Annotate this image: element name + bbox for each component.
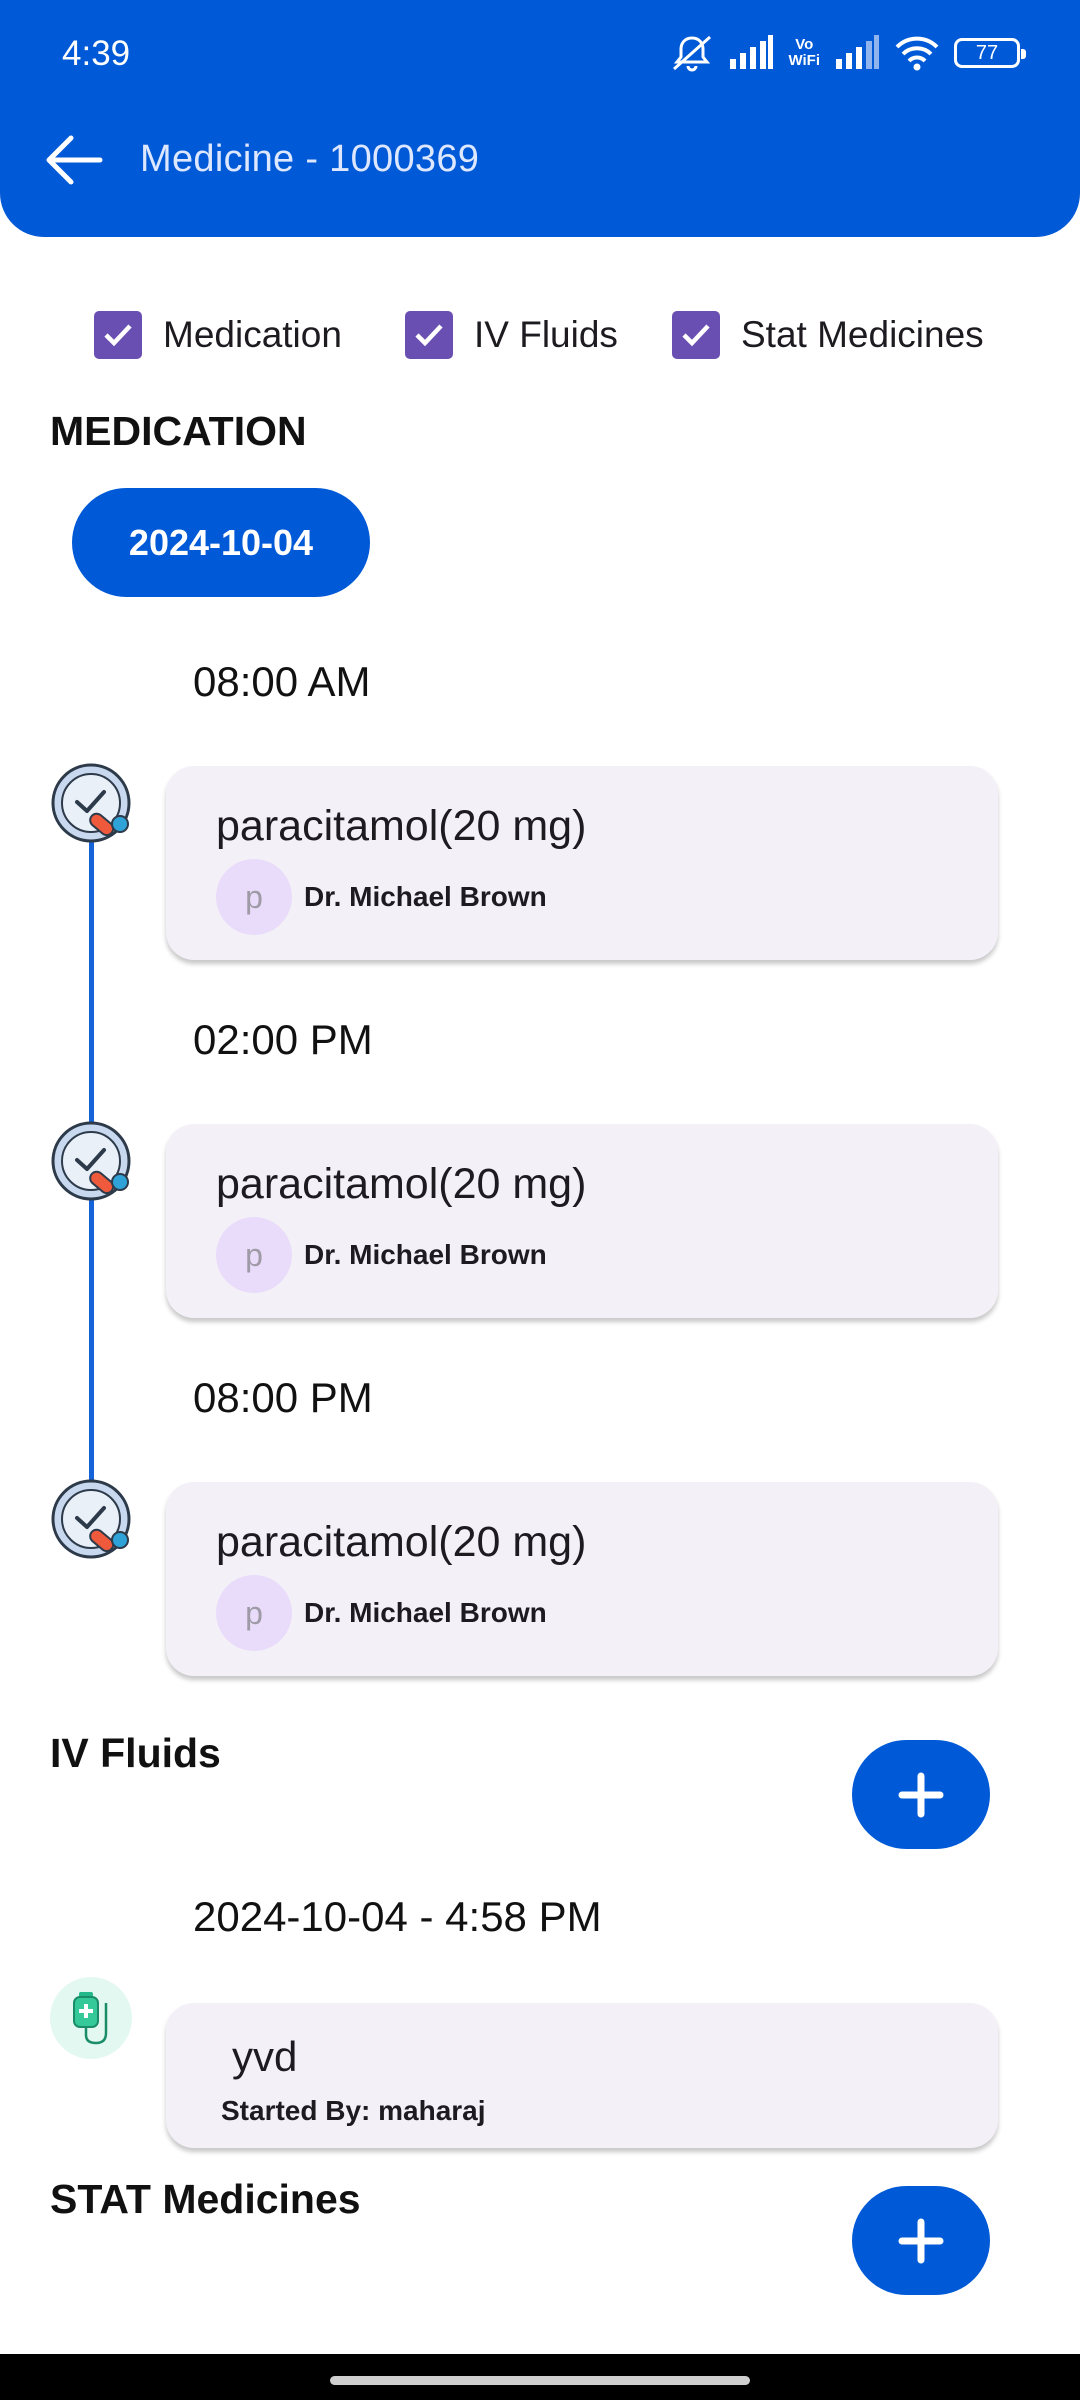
- medication-section-title: MEDICATION: [50, 408, 307, 454]
- check-icon: [682, 324, 710, 347]
- status-icons: Vo WiFi 77: [670, 32, 1026, 74]
- iv-drip-icon: [73, 1992, 108, 2045]
- vowifi-icon: Vo WiFi: [788, 36, 820, 69]
- medicine-name: paracitamol(20 mg): [216, 1518, 587, 1566]
- avatar: p: [216, 1575, 292, 1651]
- medicine-clock-icon: [51, 763, 131, 843]
- iv-fluid-card[interactable]: yvd Started By: maharaj: [166, 2003, 998, 2148]
- add-iv-fluid-button[interactable]: [852, 1740, 990, 1849]
- home-gesture-handle[interactable]: [330, 2376, 750, 2385]
- medicine-clock-icon: [51, 1121, 131, 1201]
- check-icon: [415, 324, 443, 347]
- date-chip[interactable]: 2024-10-04: [72, 488, 370, 597]
- medicine-name: paracitamol(20 mg): [216, 802, 587, 850]
- medication-time-2: 02:00 PM: [193, 1016, 373, 1063]
- avatar: p: [216, 859, 292, 935]
- checkbox-medication[interactable]: [94, 311, 142, 359]
- page-title: Medicine - 1000369: [140, 138, 480, 180]
- app-bar: 4:39 Vo WiFi 77 Medicine - 1000369: [0, 0, 1080, 237]
- signal-icon-1: [730, 35, 774, 69]
- doctor-name: Dr. Michael Brown: [304, 1597, 547, 1628]
- medicine-name: paracitamol(20 mg): [216, 1160, 587, 1208]
- doctor-name: Dr. Michael Brown: [304, 1239, 547, 1270]
- plus-icon: [898, 2218, 944, 2263]
- medicine-clock-icon: [51, 1479, 131, 1559]
- mute-icon: [673, 35, 712, 72]
- checkbox-iv-fluids[interactable]: [405, 311, 453, 359]
- filter-iv-fluids[interactable]: IV Fluids: [405, 308, 618, 362]
- checkbox-stat-medicines[interactable]: [672, 311, 720, 359]
- filter-label-medication: Medication: [163, 314, 342, 355]
- iv-fluid-name: yvd: [232, 2033, 298, 2080]
- medication-card-1[interactable]: paracitamol(20 mg) p Dr. Michael Brown: [166, 766, 998, 960]
- filter-stat-medicines[interactable]: Stat Medicines: [672, 308, 984, 362]
- iv-drip-icon-wrapper: [50, 1977, 132, 2059]
- filter-row: Medication IV Fluids Stat Medicines: [0, 308, 1080, 362]
- status-time: 4:39: [62, 34, 131, 73]
- medication-card-3[interactable]: paracitamol(20 mg) p Dr. Michael Brown: [166, 1482, 998, 1676]
- filter-medication[interactable]: Medication: [94, 308, 342, 362]
- stat-medicines-section-title: STAT Medicines: [50, 2176, 361, 2222]
- signal-icon-2: [836, 35, 879, 69]
- battery-icon: 77: [954, 38, 1026, 68]
- filter-label-iv-fluids: IV Fluids: [474, 314, 618, 355]
- add-stat-medicine-button[interactable]: [852, 2186, 990, 2295]
- iv-fluid-datetime: 2024-10-04 - 4:58 PM: [193, 1893, 602, 1940]
- medication-time-1: 08:00 AM: [193, 658, 371, 705]
- filter-label-stat-medicines: Stat Medicines: [741, 314, 984, 355]
- wifi-icon: [895, 36, 939, 71]
- medication-time-3: 08:00 PM: [193, 1374, 373, 1421]
- doctor-name: Dr. Michael Brown: [304, 881, 547, 912]
- check-icon: [104, 324, 132, 347]
- plus-icon: [898, 1772, 944, 1817]
- medication-card-2[interactable]: paracitamol(20 mg) p Dr. Michael Brown: [166, 1124, 998, 1318]
- iv-fluids-section-title: IV Fluids: [50, 1730, 221, 1776]
- avatar: p: [216, 1217, 292, 1293]
- back-arrow-icon[interactable]: [40, 125, 110, 195]
- started-by: Started By: maharaj: [221, 2095, 486, 2126]
